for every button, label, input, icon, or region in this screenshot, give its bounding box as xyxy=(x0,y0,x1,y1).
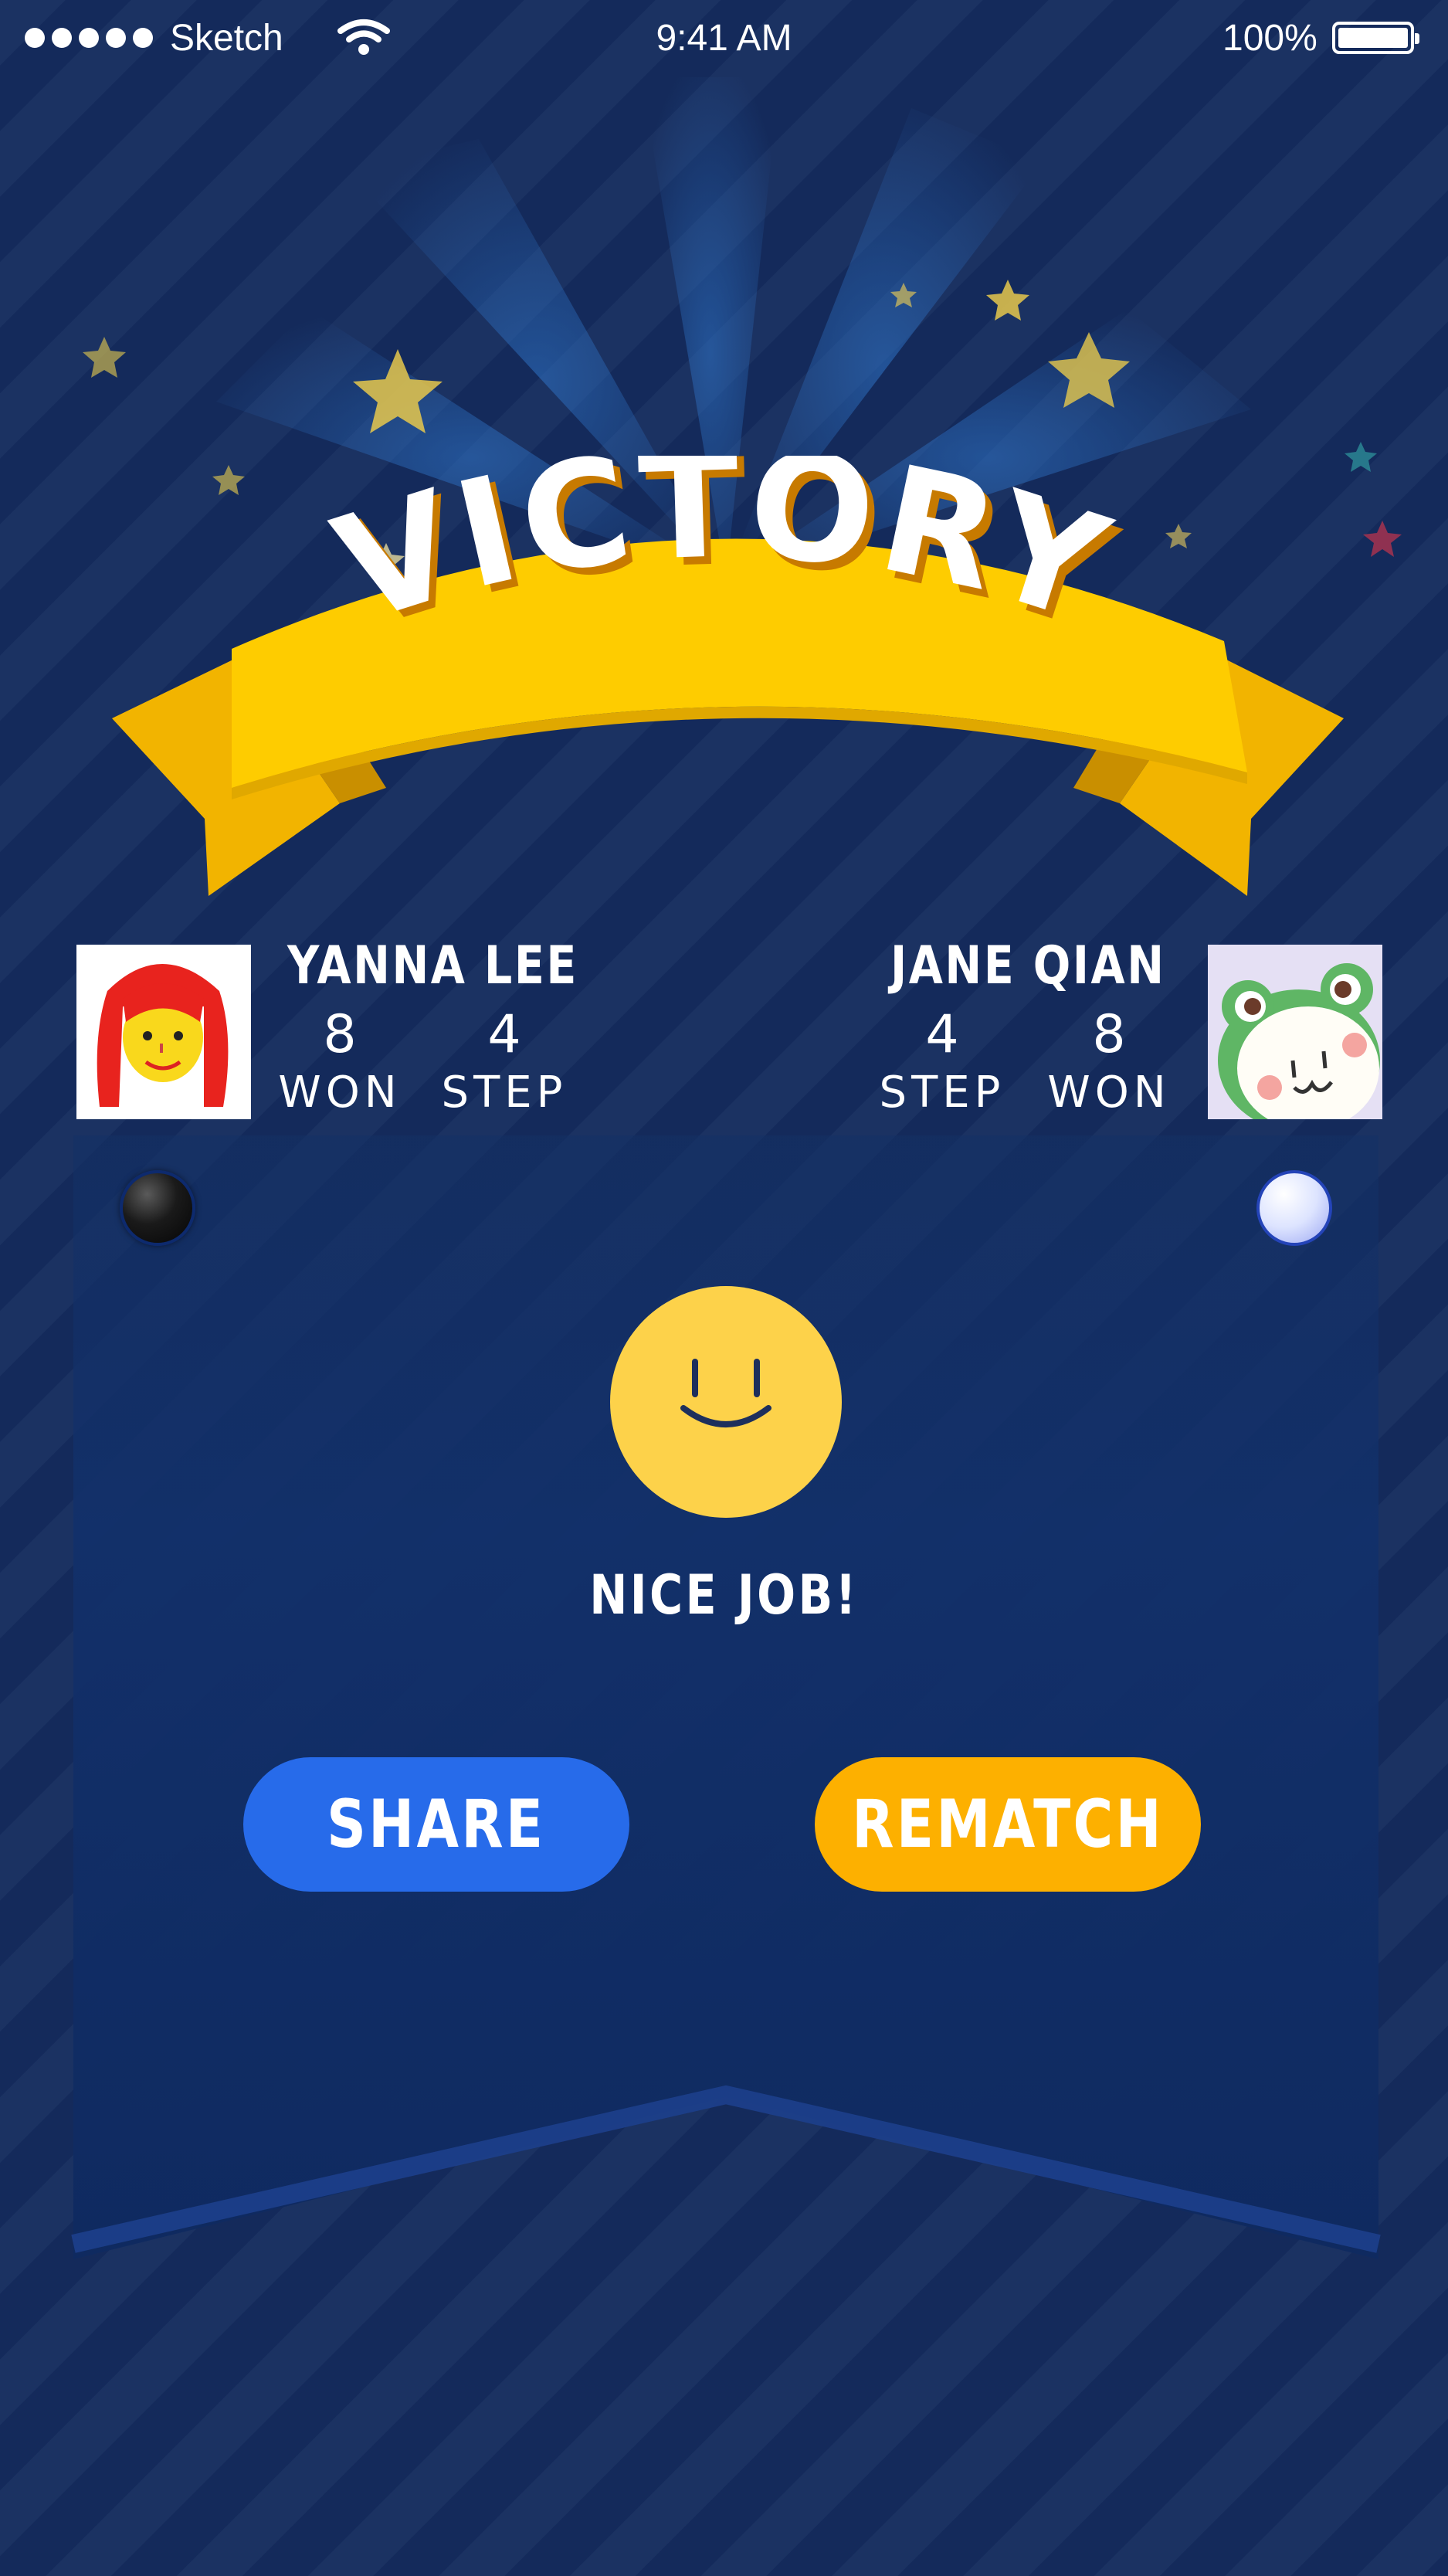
black-stone-icon xyxy=(120,1170,195,1246)
stat-step-right: 4 STEP xyxy=(865,1004,1019,1120)
stat-won-right: 8 WON xyxy=(1032,1004,1186,1120)
smiley-face-icon xyxy=(610,1286,842,1518)
won-label: WON xyxy=(278,1067,402,1118)
result-message-text: NICE JOB! xyxy=(589,1563,859,1627)
step-value: 4 xyxy=(487,1004,521,1065)
status-bar: Sketch 9:41 AM 100% xyxy=(0,0,1448,77)
share-button[interactable]: SHARE xyxy=(243,1757,629,1892)
step-label: STEP xyxy=(441,1067,568,1118)
stat-won-left: 8 WON xyxy=(263,1004,417,1120)
step-label: STEP xyxy=(879,1067,1005,1118)
battery-percentage: 100% xyxy=(1222,18,1317,59)
avatar-illustration xyxy=(1208,945,1382,1119)
share-button-label: SHARE xyxy=(327,1786,546,1863)
won-value: 8 xyxy=(323,1004,357,1065)
white-stone-icon xyxy=(1256,1170,1332,1246)
star-icon xyxy=(83,337,126,378)
step-value: 4 xyxy=(925,1004,959,1065)
player-name-right: JANE QIAN xyxy=(890,935,1166,996)
star-icon xyxy=(1363,521,1402,557)
avatar-illustration xyxy=(76,945,251,1119)
battery-icon xyxy=(1332,22,1419,54)
won-label: WON xyxy=(1047,1067,1171,1118)
player-avatar-yanna xyxy=(76,945,251,1119)
result-message: NICE JOB! xyxy=(0,1563,1448,1627)
player-name-left: YANNA LEE xyxy=(287,935,578,996)
player-avatar-jane xyxy=(1208,945,1382,1119)
rematch-button[interactable]: REMATCH xyxy=(815,1757,1201,1892)
stat-step-left: 4 STEP xyxy=(427,1004,582,1120)
victory-title: VICTORY VICTORY xyxy=(317,456,1131,665)
star-icon xyxy=(986,280,1029,321)
won-value: 8 xyxy=(1092,1004,1126,1065)
rematch-button-label: REMATCH xyxy=(852,1786,1164,1863)
